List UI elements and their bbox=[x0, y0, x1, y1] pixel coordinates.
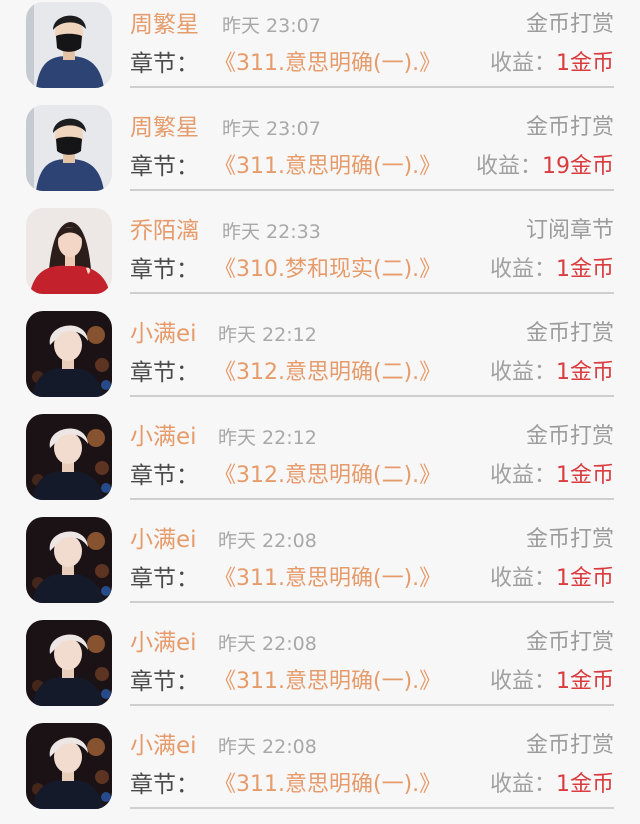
chapter-label: 章节： bbox=[130, 669, 199, 695]
earnings-label: 收益： bbox=[489, 360, 556, 385]
chapter-label: 章节： bbox=[130, 257, 199, 283]
row-divider bbox=[130, 601, 614, 603]
chapter-label: 章节： bbox=[130, 566, 199, 592]
record-row[interactable]: 小满ei 昨天 22:08 金币打赏 章节： 《311.意思明确(一).》 收益… bbox=[0, 515, 640, 618]
earnings-value: 1金币 bbox=[556, 51, 614, 76]
earnings-value: 1金币 bbox=[556, 669, 614, 694]
row-divider bbox=[130, 498, 614, 500]
chapter-label: 章节： bbox=[130, 772, 199, 798]
earnings-value: 1金币 bbox=[556, 772, 614, 797]
earnings-label: 收益： bbox=[475, 154, 542, 179]
earnings: 收益：1金币 bbox=[490, 564, 614, 594]
record-type: 金币打赏 bbox=[525, 321, 614, 346]
earnings-value: 1金币 bbox=[556, 566, 614, 591]
chapter-label: 章节： bbox=[130, 154, 199, 180]
row-divider bbox=[130, 189, 614, 191]
chapter-link[interactable]: 《312.意思明确(二).》 bbox=[214, 461, 441, 491]
earnings: 收益：1金币 bbox=[490, 770, 614, 800]
record-type: 金币打赏 bbox=[525, 115, 614, 140]
chapter-label: 章节： bbox=[130, 463, 199, 489]
chapter-link[interactable]: 《310.梦和现实(二).》 bbox=[214, 255, 441, 285]
masked-male-avatar-icon bbox=[26, 2, 112, 88]
record-row[interactable]: 小满ei 昨天 22:08 金币打赏 章节： 《311.意思明确(一).》 收益… bbox=[0, 721, 640, 824]
earnings: 收益：1金币 bbox=[490, 461, 614, 491]
earnings-label: 收益： bbox=[489, 669, 556, 694]
record-row[interactable]: 乔陌漓 昨天 22:33 订阅章节 章节： 《310.梦和现实(二).》 收益：… bbox=[0, 206, 640, 309]
username[interactable]: 周繁星 bbox=[130, 113, 199, 143]
earnings: 收益：1金币 bbox=[490, 255, 614, 285]
earnings: 收益：1金币 bbox=[490, 49, 614, 79]
avatar[interactable] bbox=[26, 208, 112, 294]
row-divider bbox=[130, 704, 614, 706]
record-type: 金币打赏 bbox=[525, 527, 614, 552]
username[interactable]: 小满ei bbox=[130, 628, 197, 658]
record-type: 金币打赏 bbox=[525, 630, 614, 655]
chapter-link[interactable]: 《311.意思明确(一).》 bbox=[214, 564, 441, 594]
avatar[interactable] bbox=[26, 2, 112, 88]
row-divider bbox=[130, 807, 614, 809]
timestamp: 昨天 23:07 bbox=[222, 118, 321, 140]
row-divider bbox=[130, 292, 614, 294]
blond-male-avatar-icon bbox=[26, 311, 112, 397]
timestamp: 昨天 23:07 bbox=[222, 15, 321, 37]
row-divider bbox=[130, 86, 614, 88]
avatar[interactable] bbox=[26, 311, 112, 397]
record-row[interactable]: 周繁星 昨天 23:07 金币打赏 章节： 《311.意思明确(一).》 收益：… bbox=[0, 103, 640, 206]
earnings-value: 1金币 bbox=[556, 360, 614, 385]
earnings-value: 19金币 bbox=[542, 154, 614, 179]
record-type: 金币打赏 bbox=[525, 733, 614, 758]
avatar[interactable] bbox=[26, 620, 112, 706]
record-row[interactable]: 小满ei 昨天 22:12 金币打赏 章节： 《312.意思明确(二).》 收益… bbox=[0, 412, 640, 515]
timestamp: 昨天 22:12 bbox=[218, 324, 317, 346]
chapter-link[interactable]: 《311.意思明确(一).》 bbox=[214, 667, 441, 697]
record-row[interactable]: 小满ei 昨天 22:08 金币打赏 章节： 《311.意思明确(一).》 收益… bbox=[0, 618, 640, 721]
record-type: 订阅章节 bbox=[525, 218, 614, 243]
record-row[interactable]: 小满ei 昨天 22:12 金币打赏 章节： 《312.意思明确(二).》 收益… bbox=[0, 309, 640, 412]
blond-male-avatar-icon bbox=[26, 723, 112, 809]
earnings-label: 收益： bbox=[489, 51, 556, 76]
username[interactable]: 小满ei bbox=[130, 525, 197, 555]
chapter-link[interactable]: 《311.意思明确(一).》 bbox=[214, 770, 441, 800]
earnings-value: 1金币 bbox=[556, 257, 614, 282]
earnings: 收益：19金币 bbox=[476, 152, 614, 182]
username[interactable]: 小满ei bbox=[130, 731, 197, 761]
earnings: 收益：1金币 bbox=[490, 667, 614, 697]
masked-male-avatar-icon bbox=[26, 105, 112, 191]
avatar[interactable] bbox=[26, 517, 112, 603]
chapter-link[interactable]: 《311.意思明确(一).》 bbox=[214, 152, 441, 182]
username[interactable]: 乔陌漓 bbox=[130, 216, 199, 246]
timestamp: 昨天 22:12 bbox=[218, 427, 317, 449]
record-row[interactable]: 周繁星 昨天 23:07 金币打赏 章节： 《311.意思明确(一).》 收益：… bbox=[0, 0, 640, 103]
chapter-label: 章节： bbox=[130, 51, 199, 77]
avatar[interactable] bbox=[26, 414, 112, 500]
earnings-label: 收益： bbox=[489, 463, 556, 488]
earnings-value: 1金币 bbox=[556, 463, 614, 488]
username[interactable]: 小满ei bbox=[130, 422, 197, 452]
chapter-link[interactable]: 《312.意思明确(二).》 bbox=[214, 358, 441, 388]
username[interactable]: 周繁星 bbox=[130, 10, 199, 40]
chapter-label: 章节： bbox=[130, 360, 199, 386]
blond-male-avatar-icon bbox=[26, 517, 112, 603]
blond-male-avatar-icon bbox=[26, 414, 112, 500]
avatar[interactable] bbox=[26, 105, 112, 191]
timestamp: 昨天 22:33 bbox=[222, 221, 321, 243]
timestamp: 昨天 22:08 bbox=[218, 530, 317, 552]
record-type: 金币打赏 bbox=[525, 12, 614, 37]
username[interactable]: 小满ei bbox=[130, 319, 197, 349]
row-divider bbox=[130, 395, 614, 397]
avatar[interactable] bbox=[26, 723, 112, 809]
timestamp: 昨天 22:08 bbox=[218, 633, 317, 655]
earnings-label: 收益： bbox=[489, 772, 556, 797]
chapter-link[interactable]: 《311.意思明确(一).》 bbox=[214, 49, 441, 79]
earnings-record-list: 周繁星 昨天 23:07 金币打赏 章节： 《311.意思明确(一).》 收益：… bbox=[0, 0, 640, 820]
female-red-outfit-avatar-icon bbox=[26, 208, 112, 294]
timestamp: 昨天 22:08 bbox=[218, 736, 317, 758]
record-type: 金币打赏 bbox=[525, 424, 614, 449]
earnings-label: 收益： bbox=[489, 566, 556, 591]
blond-male-avatar-icon bbox=[26, 620, 112, 706]
earnings: 收益：1金币 bbox=[490, 358, 614, 388]
earnings-label: 收益： bbox=[489, 257, 556, 282]
